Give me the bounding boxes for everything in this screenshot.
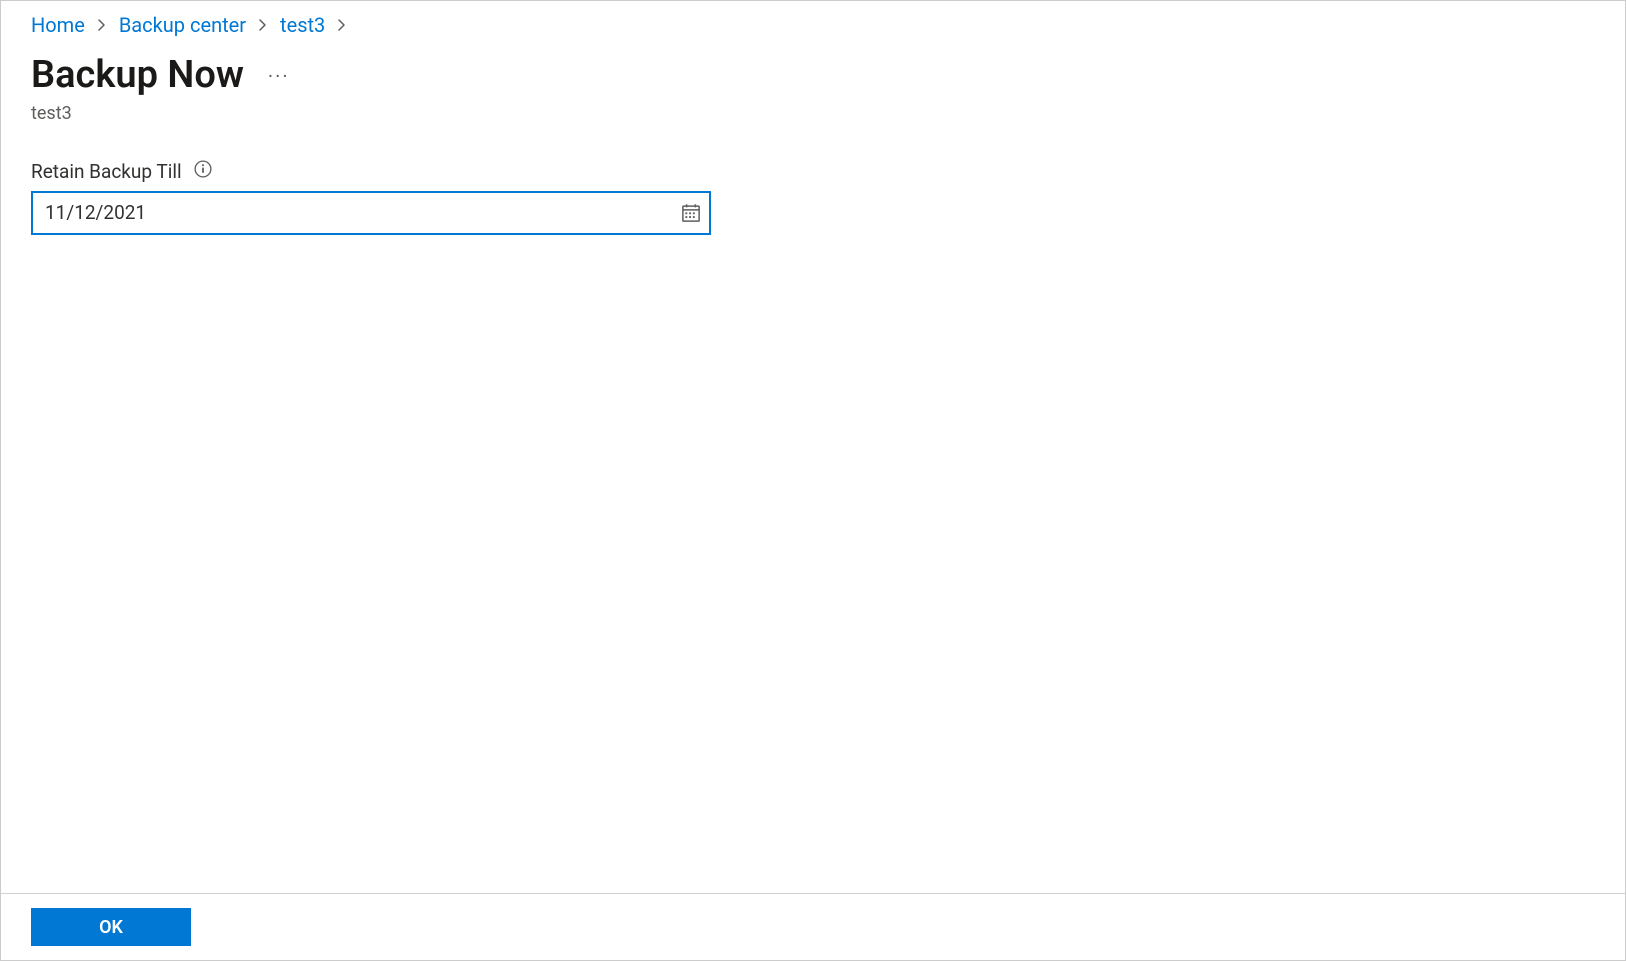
retain-backup-label: Retain Backup Till <box>31 160 182 183</box>
chevron-right-icon <box>97 18 107 32</box>
more-actions-icon[interactable]: ··· <box>268 66 290 86</box>
footer: OK <box>1 893 1625 960</box>
breadcrumb-backup-center[interactable]: Backup center <box>119 13 246 37</box>
retain-backup-date-input[interactable] <box>31 191 711 235</box>
info-icon[interactable] <box>194 160 212 182</box>
chevron-right-icon <box>258 18 268 32</box>
breadcrumb-test3[interactable]: test3 <box>280 13 325 37</box>
page-subtitle: test3 <box>31 103 1595 124</box>
ok-button[interactable]: OK <box>31 908 191 946</box>
breadcrumb: Home Backup center test3 <box>31 9 1595 53</box>
page-title: Backup Now <box>31 53 244 99</box>
chevron-right-icon <box>337 18 347 32</box>
breadcrumb-home[interactable]: Home <box>31 13 85 37</box>
